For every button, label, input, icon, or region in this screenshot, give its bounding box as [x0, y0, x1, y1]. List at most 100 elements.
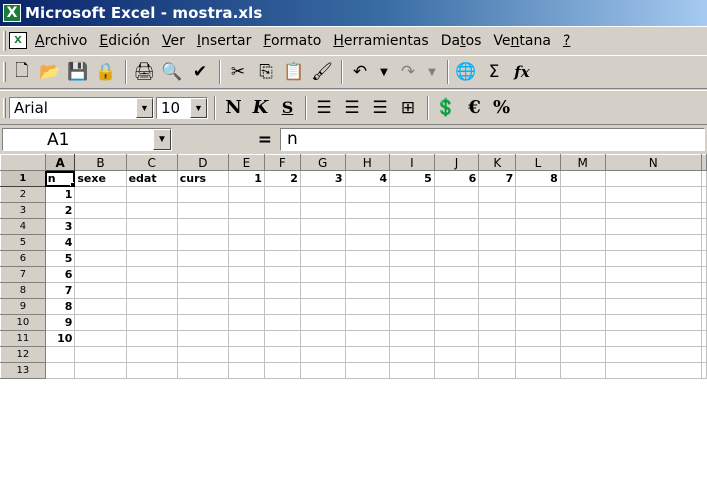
cell-g8[interactable]: [300, 282, 346, 299]
cell-c3[interactable]: [126, 202, 178, 219]
cell-c2[interactable]: [126, 186, 178, 203]
cell-a5[interactable]: 4: [45, 234, 76, 251]
cell-n2[interactable]: [605, 186, 703, 203]
cell-a13[interactable]: [45, 362, 76, 379]
cell-d12[interactable]: [177, 346, 229, 363]
cell-c5[interactable]: [126, 234, 178, 251]
cell-e12[interactable]: [228, 346, 265, 363]
cell-i8[interactable]: [389, 282, 435, 299]
cell-g9[interactable]: [300, 298, 346, 315]
cell-h3[interactable]: [345, 202, 391, 219]
cell-l5[interactable]: [515, 234, 561, 251]
cell-n3[interactable]: [605, 202, 703, 219]
format-painter-icon[interactable]: 🖌: [309, 59, 335, 85]
cell-i3[interactable]: [389, 202, 435, 219]
undo-icon[interactable]: ↶: [347, 59, 373, 85]
cell-m12[interactable]: [560, 346, 606, 363]
row-header-8[interactable]: 8: [0, 282, 46, 299]
cell-h11[interactable]: [345, 330, 391, 347]
cell-l7[interactable]: [515, 266, 561, 283]
cell-h8[interactable]: [345, 282, 391, 299]
menu-formato[interactable]: Formato: [263, 33, 321, 49]
new-icon[interactable]: 🗋: [9, 59, 35, 85]
row-header-13[interactable]: 13: [0, 362, 46, 379]
row-header-1[interactable]: 1: [0, 170, 46, 187]
cell-h13[interactable]: [345, 362, 391, 379]
cell-filler[interactable]: [701, 218, 707, 235]
cell-j11[interactable]: [434, 330, 480, 347]
worksheet-grid[interactable]: ABCDEFGHIJKLMN 1 n sexe edat curs 1 2 3 4 5 6 7 8 2 1 3…: [0, 154, 707, 502]
cell-g6[interactable]: [300, 250, 346, 267]
italic-button[interactable]: K: [247, 95, 274, 121]
cell-l9[interactable]: [515, 298, 561, 315]
name-box[interactable]: A1 ▼: [2, 128, 172, 151]
cell-a8[interactable]: 7: [45, 282, 76, 299]
column-header-j[interactable]: J: [433, 154, 480, 171]
cell-j9[interactable]: [434, 298, 480, 315]
percent-icon[interactable]: %: [488, 95, 515, 121]
cell-j5[interactable]: [434, 234, 480, 251]
menu-archivo[interactable]: Archivo: [35, 33, 87, 49]
cell-f3[interactable]: [264, 202, 301, 219]
cell-f5[interactable]: [264, 234, 301, 251]
column-header-h[interactable]: H: [344, 154, 391, 171]
chevron-down-icon[interactable]: ▼: [153, 129, 171, 150]
cell-k13[interactable]: [478, 362, 517, 379]
cell-m8[interactable]: [560, 282, 606, 299]
menu-help[interactable]: ?: [563, 33, 570, 49]
menu-ventana[interactable]: Ventana: [493, 33, 551, 49]
cell-d8[interactable]: [177, 282, 229, 299]
cell-c7[interactable]: [126, 266, 178, 283]
cell-m2[interactable]: [560, 186, 606, 203]
cell-a10[interactable]: 9: [45, 314, 76, 331]
cell-i1[interactable]: 5: [389, 170, 435, 187]
column-header-m[interactable]: M: [559, 154, 606, 171]
cell-i2[interactable]: [389, 186, 435, 203]
cell-k7[interactable]: [478, 266, 517, 283]
column-header-k[interactable]: K: [478, 154, 517, 171]
cell-k3[interactable]: [478, 202, 517, 219]
cell-a12[interactable]: [45, 346, 76, 363]
cell-filler[interactable]: [701, 266, 707, 283]
cell-a1[interactable]: n: [45, 170, 76, 187]
cell-h9[interactable]: [345, 298, 391, 315]
cell-g1[interactable]: 3: [300, 170, 346, 187]
cell-k8[interactable]: [478, 282, 517, 299]
cell-b6[interactable]: [74, 250, 127, 267]
cell-e8[interactable]: [228, 282, 265, 299]
cell-h1[interactable]: 4: [345, 170, 391, 187]
row-header-7[interactable]: 7: [0, 266, 46, 283]
cell-b7[interactable]: [74, 266, 127, 283]
cell-d1[interactable]: curs: [177, 170, 229, 187]
cell-e3[interactable]: [228, 202, 265, 219]
cell-g12[interactable]: [300, 346, 346, 363]
cell-f12[interactable]: [264, 346, 301, 363]
cell-l4[interactable]: [515, 218, 561, 235]
cell-d9[interactable]: [177, 298, 229, 315]
chevron-down-icon[interactable]: ▼: [190, 97, 207, 118]
cell-d3[interactable]: [177, 202, 229, 219]
cell-g3[interactable]: [300, 202, 346, 219]
cell-l11[interactable]: [515, 330, 561, 347]
cell-n8[interactable]: [605, 282, 703, 299]
cell-i13[interactable]: [389, 362, 435, 379]
cell-c4[interactable]: [126, 218, 178, 235]
cell-c12[interactable]: [126, 346, 178, 363]
cell-filler[interactable]: [701, 330, 707, 347]
cell-e2[interactable]: [228, 186, 265, 203]
cell-b10[interactable]: [74, 314, 127, 331]
cell-m9[interactable]: [560, 298, 606, 315]
cell-d5[interactable]: [177, 234, 229, 251]
row-header-2[interactable]: 2: [0, 186, 46, 203]
function-icon[interactable]: fx: [509, 59, 535, 85]
spelling-icon[interactable]: ✔: [187, 59, 213, 85]
cell-n6[interactable]: [605, 250, 703, 267]
cell-k6[interactable]: [478, 250, 517, 267]
cell-j6[interactable]: [434, 250, 480, 267]
cell-m11[interactable]: [560, 330, 606, 347]
document-icon[interactable]: X: [9, 32, 27, 49]
cell-j7[interactable]: [434, 266, 480, 283]
menu-datos[interactable]: Datos: [441, 33, 482, 49]
cell-i10[interactable]: [389, 314, 435, 331]
cell-b9[interactable]: [74, 298, 127, 315]
